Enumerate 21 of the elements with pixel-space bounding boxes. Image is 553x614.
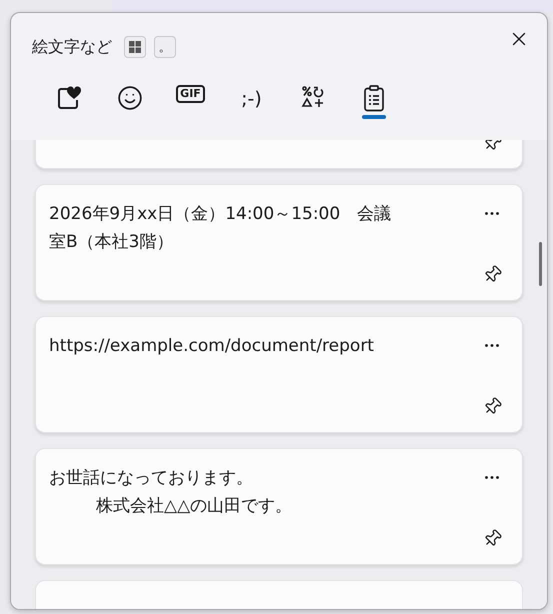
grid-view-button[interactable] (124, 36, 146, 58)
category-tab[interactable]: ;-) (221, 81, 282, 131)
more-icon (485, 212, 499, 214)
clipboard-text: お世話になっております。 (49, 467, 254, 490)
scrollbar-thumb (539, 242, 542, 286)
more-icon (485, 476, 499, 478)
heart-box-icon (56, 85, 82, 111)
clipboard-icon (362, 85, 384, 112)
selected-tab-indicator (362, 115, 386, 119)
clipboard-text: https://example.com/document/report (49, 335, 375, 358)
clipboard-text: 2026年9月xx日（金）14:00～15:00 会議室B（本社3階） (49, 203, 392, 254)
category-tab[interactable]: GIF (160, 81, 221, 131)
panel-title: 絵文字など (32, 36, 112, 58)
gif-label: GIF (176, 85, 205, 103)
clipboard-text: 株式会社△△の山田です。 (95, 495, 294, 518)
punctuation-button[interactable]: 。 (154, 36, 176, 58)
smiley-icon (116, 85, 142, 111)
symbols-icon (300, 85, 324, 109)
kaomoji-label: ;-) (241, 87, 262, 112)
grid-icon (129, 41, 141, 53)
more-icon (485, 344, 499, 346)
